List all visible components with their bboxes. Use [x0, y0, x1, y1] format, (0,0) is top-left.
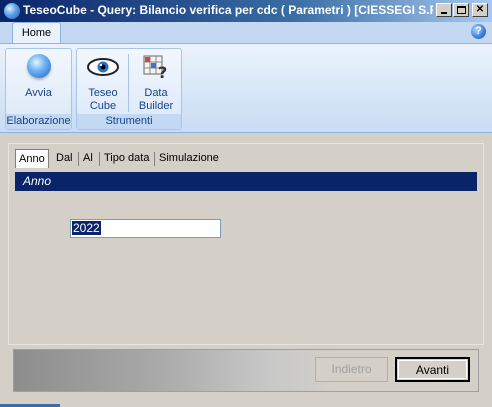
- app-window: TeseoCube - Query: Bilancio verifica per…: [0, 0, 492, 407]
- maximize-icon: [457, 6, 466, 14]
- tab-tipo-data[interactable]: Tipo data: [101, 149, 152, 168]
- title-bar[interactable]: TeseoCube - Query: Bilancio verifica per…: [0, 0, 492, 22]
- teseo-cube-label: Teseo Cube: [88, 87, 118, 112]
- ribbon-tab-home[interactable]: Home: [12, 22, 61, 44]
- help-icon[interactable]: ?: [471, 24, 486, 39]
- tab-anno[interactable]: Anno: [15, 149, 49, 168]
- svg-text:?: ?: [158, 63, 167, 79]
- data-builder-icon: ?: [143, 55, 167, 79]
- tab-al[interactable]: Al: [80, 149, 96, 168]
- play-orb-icon: [27, 54, 51, 78]
- tab-dal[interactable]: Dal: [53, 149, 76, 168]
- tab-separator: [99, 152, 100, 166]
- minimize-button[interactable]: [436, 3, 452, 17]
- eye-icon: [87, 58, 119, 76]
- data-builder-label: Data Builder: [138, 87, 174, 112]
- avvia-button[interactable]: Avvia: [6, 49, 71, 115]
- tab-separator: [78, 152, 79, 166]
- data-builder-button[interactable]: ? Data Builder: [132, 49, 180, 115]
- year-input[interactable]: 2022: [70, 219, 221, 238]
- close-button[interactable]: ✕: [472, 3, 488, 17]
- close-icon: ✕: [475, 4, 485, 15]
- maximize-button[interactable]: [453, 3, 469, 17]
- teseo-cube-button[interactable]: Teseo Cube: [80, 49, 126, 115]
- section-header-anno: Anno: [15, 172, 477, 191]
- avvia-label: Avvia: [25, 87, 52, 99]
- tab-separator: [154, 152, 155, 166]
- tab-simulazione[interactable]: Simulazione: [156, 149, 222, 168]
- ribbon-tab-strip: [0, 22, 492, 44]
- year-value: 2022: [72, 221, 101, 235]
- back-button[interactable]: Indietro: [315, 357, 388, 382]
- group-label-strumenti: Strumenti: [77, 114, 181, 129]
- group-label-elaborazione: Elaborazione: [6, 114, 71, 129]
- next-button[interactable]: Avanti: [395, 357, 470, 382]
- ribbon-body: [0, 43, 492, 133]
- ribbon-separator: [128, 54, 129, 112]
- window-title: TeseoCube - Query: Bilancio verifica per…: [23, 3, 433, 17]
- minimize-icon: [441, 12, 447, 14]
- ribbon-group-strumenti: Teseo Cube ? Data Builder Strumenti: [76, 48, 182, 130]
- app-icon[interactable]: [4, 3, 20, 19]
- ribbon-group-elaborazione: Avvia Elaborazione: [5, 48, 72, 130]
